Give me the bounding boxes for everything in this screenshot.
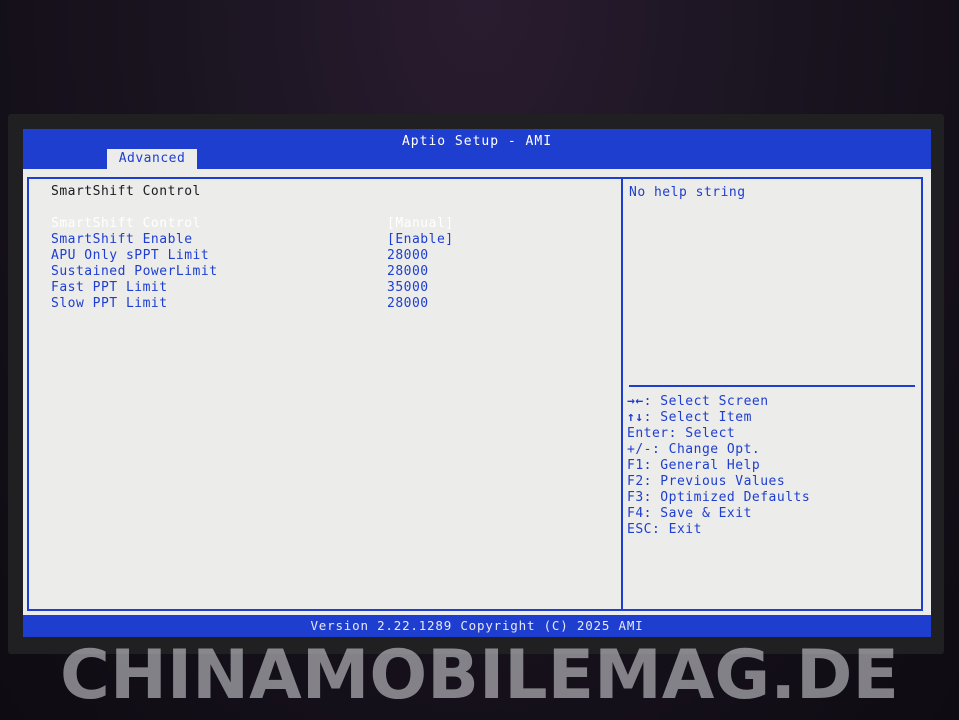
setting-fast-ppt-limit[interactable]: Fast PPT Limit 35000 xyxy=(51,280,611,296)
settings-pane: SmartShift Control SmartShift Control [M… xyxy=(27,177,623,611)
key-hint-f1: F1: General Help xyxy=(627,458,810,474)
setting-value[interactable]: [Manual] xyxy=(387,216,454,231)
key-hint-select-screen: →←: Select Screen xyxy=(627,394,810,410)
key-hint-f2: F2: Previous Values xyxy=(627,474,810,490)
setting-smartshift-enable[interactable]: SmartShift Enable [Enable] xyxy=(51,232,611,248)
key-desc: : General Help xyxy=(643,458,761,473)
setting-label: SmartShift Control xyxy=(51,216,201,231)
key-hint-select-item: ↑↓: Select Item xyxy=(627,410,810,426)
key-hint-change-opt: +/-: Change Opt. xyxy=(627,442,810,458)
setting-sustained-power-limit[interactable]: Sustained PowerLimit 28000 xyxy=(51,264,611,280)
key-name: F1 xyxy=(627,458,644,473)
window-title: Aptio Setup - AMI xyxy=(401,134,553,149)
setting-slow-ppt-limit[interactable]: Slow PPT Limit 28000 xyxy=(51,296,611,312)
version-copyright: Version 2.22.1289 Copyright (C) 2025 AMI xyxy=(310,618,644,633)
setting-value[interactable]: 28000 xyxy=(387,248,429,263)
tab-advanced[interactable]: Advanced xyxy=(107,149,197,169)
key-desc: : Select xyxy=(668,426,736,441)
setting-apu-only-sppt-limit[interactable]: APU Only sPPT Limit 28000 xyxy=(51,248,611,264)
setting-value[interactable]: [Enable] xyxy=(387,232,454,247)
key-desc: : Save & Exit xyxy=(643,506,752,521)
key-name: F4 xyxy=(627,506,644,521)
setting-smartshift-control[interactable]: SmartShift Control [Manual] xyxy=(51,216,611,232)
key-hint-f4: F4: Save & Exit xyxy=(627,506,810,522)
key-hint-esc: ESC: Exit xyxy=(627,522,810,538)
key-desc: : Previous Values xyxy=(643,474,786,489)
key-hint-enter: Enter: Select xyxy=(627,426,810,442)
key-desc: : Optimized Defaults xyxy=(643,490,811,505)
key-name: +/- xyxy=(627,442,652,457)
help-divider xyxy=(629,385,915,387)
setting-value[interactable]: 28000 xyxy=(387,264,429,279)
setting-value[interactable]: 35000 xyxy=(387,280,429,295)
key-name: F2 xyxy=(627,474,644,489)
key-hint-f3: F3: Optimized Defaults xyxy=(627,490,810,506)
setting-label: APU Only sPPT Limit xyxy=(51,248,210,263)
key-desc: : Select Screen xyxy=(643,394,769,409)
setting-label: SmartShift Enable xyxy=(51,232,193,247)
key-name: Enter xyxy=(627,426,669,441)
watermark: CHINAMOBILEMAG.DE xyxy=(60,636,899,715)
section-title: SmartShift Control xyxy=(51,184,201,199)
bios-screen: Aptio Setup - AMI Advanced SmartShift Co… xyxy=(23,129,931,637)
setting-label: Sustained PowerLimit xyxy=(51,264,218,279)
key-desc: : Change Opt. xyxy=(651,442,761,457)
help-pane: No help string →←: Select Screen ↑↓: Sel… xyxy=(621,177,923,611)
arrows-up-down-icon: ↑↓ xyxy=(627,410,644,425)
setting-label: Slow PPT Limit xyxy=(51,296,168,311)
settings-list: SmartShift Control [Manual] SmartShift E… xyxy=(51,216,611,312)
arrows-left-right-icon: →← xyxy=(627,394,644,409)
key-desc: : Select Item xyxy=(643,410,752,425)
key-desc: : Exit xyxy=(651,522,702,537)
help-string: No help string xyxy=(629,185,746,200)
key-legend: →←: Select Screen ↑↓: Select Item Enter:… xyxy=(627,394,810,538)
key-name: ESC xyxy=(627,522,652,537)
title-bar: Aptio Setup - AMI Advanced xyxy=(23,129,931,169)
setting-label: Fast PPT Limit xyxy=(51,280,168,295)
key-name: F3 xyxy=(627,490,644,505)
setting-value[interactable]: 28000 xyxy=(387,296,429,311)
